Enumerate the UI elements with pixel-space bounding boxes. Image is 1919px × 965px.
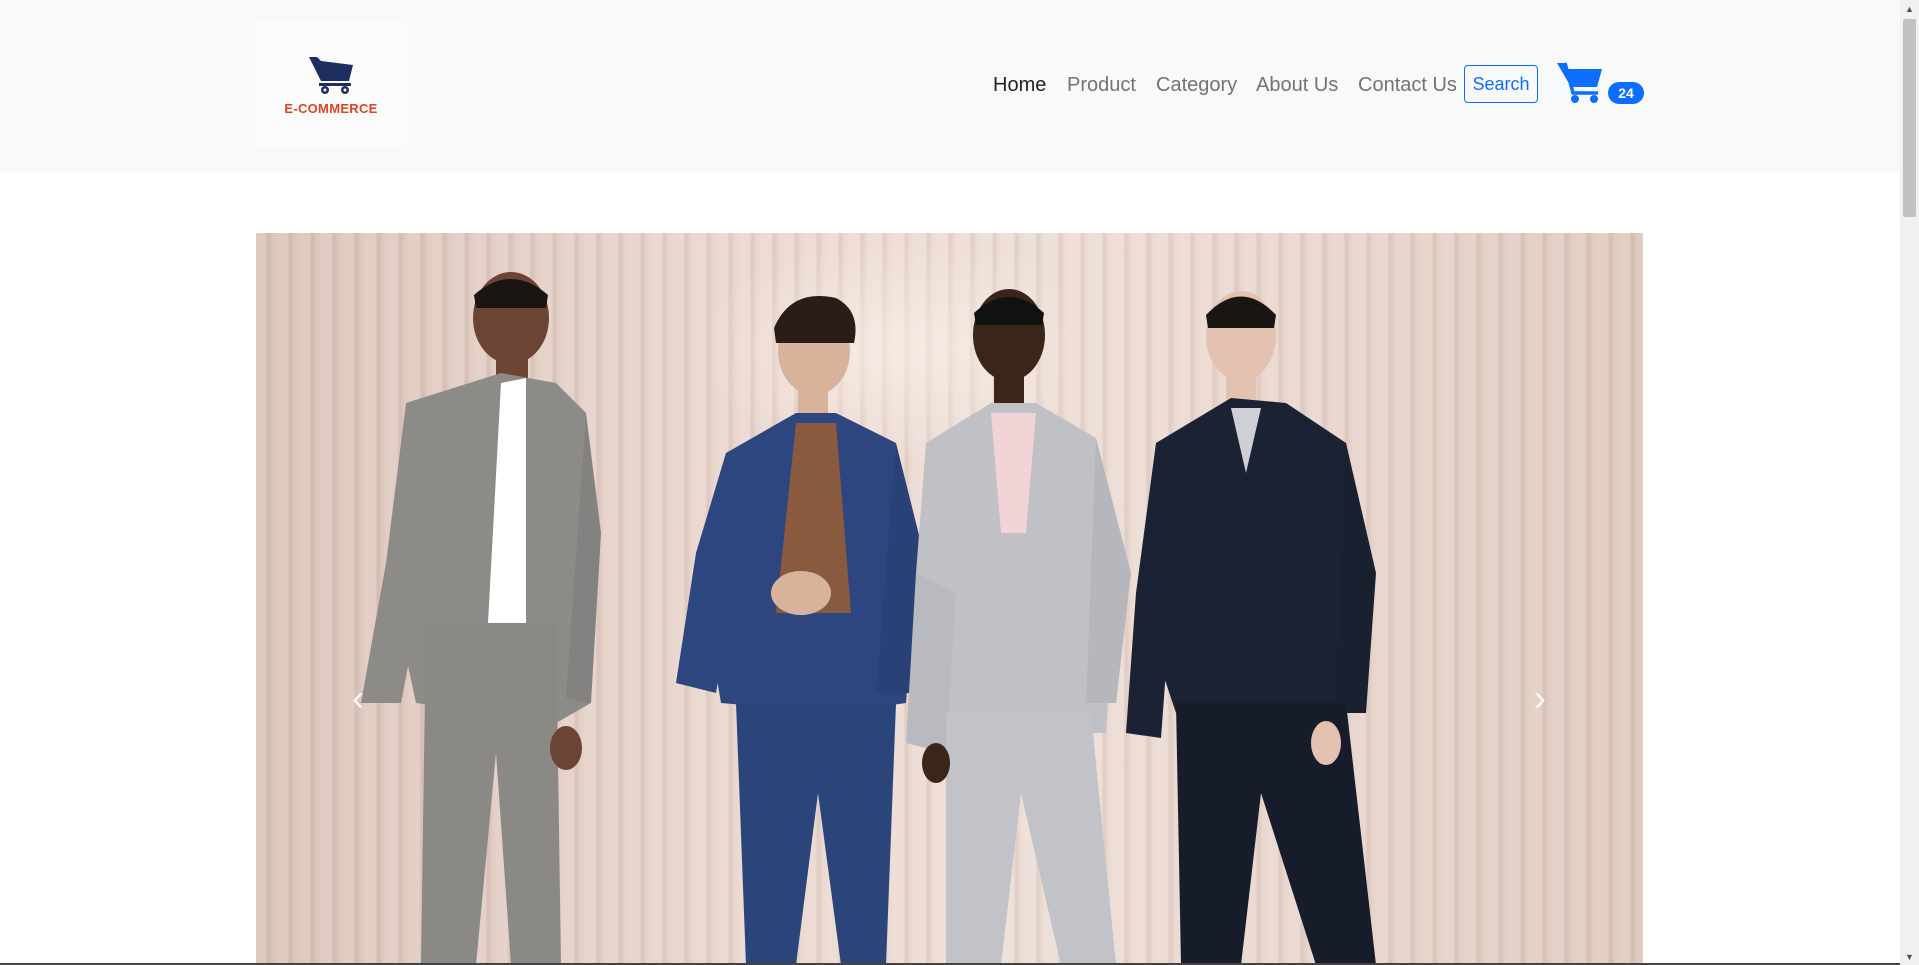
chevron-right-icon[interactable]: › xyxy=(1520,673,1560,723)
brand-name: E-COMMERCE xyxy=(284,100,378,116)
cart-button[interactable]: 24 xyxy=(1556,60,1646,110)
model-blue-suit xyxy=(676,296,926,965)
nav-contact-us[interactable]: Contact Us xyxy=(1358,73,1457,97)
nav-product[interactable]: Product xyxy=(1067,73,1136,97)
search-button[interactable]: Search xyxy=(1464,65,1538,103)
nav-about-us[interactable]: About Us xyxy=(1256,73,1338,97)
model-light-suit xyxy=(906,289,1131,965)
scrollbar-thumb[interactable] xyxy=(1903,19,1916,217)
model-navy-suit xyxy=(1126,291,1376,965)
nav-category[interactable]: Category xyxy=(1156,73,1237,97)
model-grey-suit xyxy=(361,272,601,965)
scroll-down-arrow-icon[interactable]: ▼ xyxy=(1900,948,1919,965)
shopping-cart-icon xyxy=(309,56,353,94)
page: E-COMMERCE Home Product Category About U… xyxy=(0,0,1919,965)
chevron-left-icon[interactable]: ‹ xyxy=(338,673,378,723)
nav-home[interactable]: Home xyxy=(993,73,1046,97)
hero-carousel[interactable]: ‹ › xyxy=(256,233,1643,965)
brand-logo[interactable]: E-COMMERCE xyxy=(256,21,406,147)
cart-count-badge: 24 xyxy=(1608,82,1644,104)
carousel-image-models xyxy=(361,272,1376,965)
cart-icon xyxy=(1557,62,1602,103)
navbar: E-COMMERCE Home Product Category About U… xyxy=(0,0,1900,172)
vertical-scrollbar[interactable]: ▲ ▼ xyxy=(1900,0,1919,965)
scroll-up-arrow-icon[interactable]: ▲ xyxy=(1900,0,1919,17)
